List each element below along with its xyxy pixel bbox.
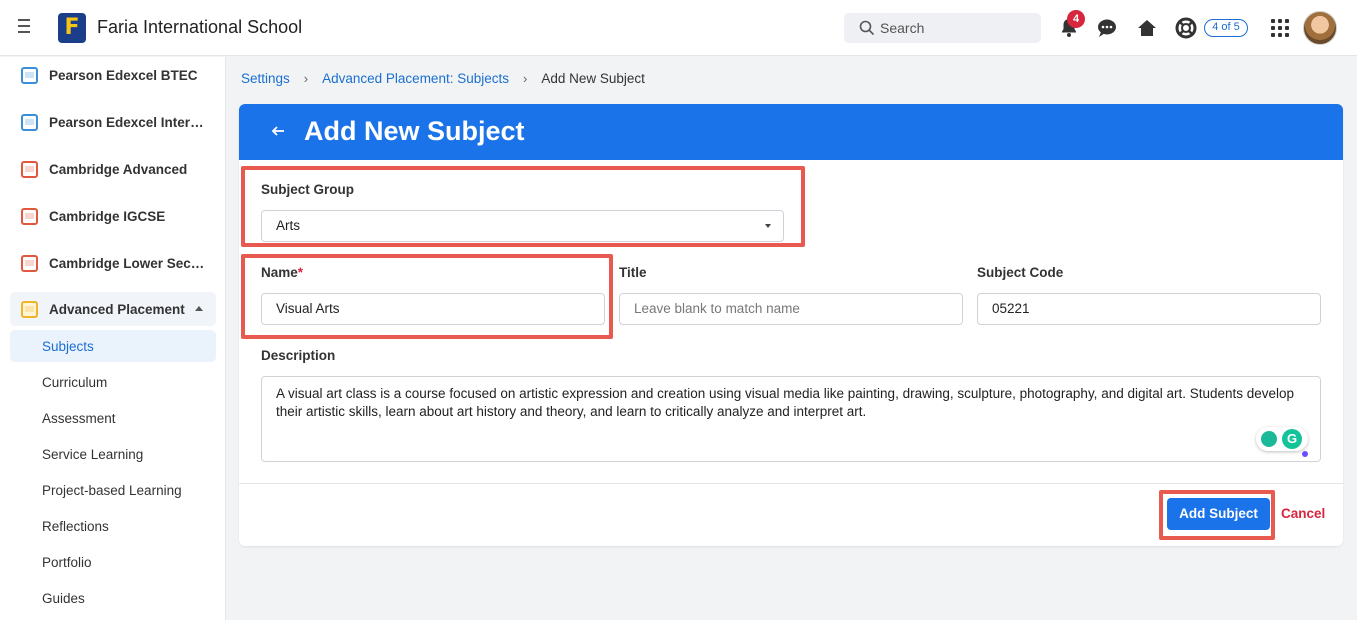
- breadcrumb: Settings › Advanced Placement: Subjects …: [241, 71, 645, 86]
- edexcel-btec-icon: [21, 66, 38, 84]
- name-label: Name*: [261, 265, 304, 280]
- school-name[interactable]: Faria International School: [97, 17, 302, 38]
- sidebar-item-cambridge-lower-secondary[interactable]: Cambridge Lower Sec…: [10, 246, 216, 280]
- status-dot-icon: [1302, 451, 1308, 457]
- chevron-right-icon: ›: [303, 71, 309, 86]
- search-icon: [859, 20, 875, 36]
- user-avatar[interactable]: [1303, 11, 1337, 45]
- card-header: Add New Subject: [239, 104, 1343, 160]
- description-textarea[interactable]: A visual art class is a course focused o…: [261, 376, 1321, 462]
- sidebar-item-pearson-edexcel-international[interactable]: Pearson Edexcel Inter…: [10, 105, 216, 139]
- sidebar: Pearson Edexcel BTEC Pearson Edexcel Int…: [0, 57, 226, 620]
- page-title: Add New Subject: [304, 116, 525, 146]
- setup-progress-pill[interactable]: 4 of 5: [1204, 19, 1248, 37]
- notification-badge: 4: [1067, 10, 1085, 28]
- sidebar-item-label: Pearson Edexcel BTEC: [49, 67, 198, 83]
- lightbulb-icon[interactable]: [1261, 431, 1277, 447]
- subject-code-label: Subject Code: [977, 265, 1064, 280]
- description-label: Description: [261, 348, 336, 363]
- title-label: Title: [619, 265, 647, 280]
- cambridge-igcse-icon: [21, 207, 38, 225]
- sidebar-item-pearson-edexcel-btec[interactable]: Pearson Edexcel BTEC: [10, 58, 216, 92]
- school-logo[interactable]: F: [58, 13, 86, 43]
- advanced-placement-icon: [21, 300, 38, 318]
- sidebar-item-cambridge-igcse[interactable]: Cambridge IGCSE: [10, 199, 216, 233]
- breadcrumb-settings[interactable]: Settings: [241, 71, 290, 86]
- title-input[interactable]: Leave blank to match name: [619, 293, 963, 325]
- grammarly-widget[interactable]: G: [1256, 427, 1308, 451]
- subject-code-input[interactable]: 05221: [977, 293, 1321, 325]
- search-input[interactable]: Search: [844, 13, 1041, 43]
- grammarly-icon[interactable]: G: [1282, 429, 1302, 449]
- add-subject-button[interactable]: Add Subject: [1167, 498, 1270, 530]
- subject-group-select[interactable]: Arts: [261, 210, 784, 242]
- search-placeholder: Search: [880, 20, 925, 36]
- sidebar-item-label: Cambridge Lower Sec…: [49, 255, 205, 271]
- help-lifebuoy-icon[interactable]: [1174, 16, 1198, 40]
- chevron-right-icon: ›: [522, 71, 528, 86]
- sidebar-item-label: Cambridge IGCSE: [49, 208, 166, 224]
- subject-group-value: Arts: [276, 218, 301, 233]
- chevron-up-icon[interactable]: [195, 306, 203, 311]
- sidebar-subitem-portfolio[interactable]: Portfolio: [10, 546, 216, 578]
- required-asterisk: *: [297, 265, 304, 280]
- divider: [239, 483, 1343, 484]
- sidebar-subitem-curriculum[interactable]: Curriculum: [10, 366, 216, 398]
- sidebar-item-cambridge-advanced[interactable]: Cambridge Advanced: [10, 152, 216, 186]
- sidebar-item-advanced-placement[interactable]: Advanced Placement: [10, 292, 216, 326]
- apps-grid-icon[interactable]: [1271, 19, 1289, 37]
- breadcrumb-ap-subjects[interactable]: Advanced Placement: Subjects: [322, 71, 509, 86]
- cambridge-advanced-icon: [21, 160, 38, 178]
- description-text: A visual art class is a course focused o…: [276, 386, 1295, 419]
- name-input[interactable]: Visual Arts: [261, 293, 605, 325]
- cambridge-lower-secondary-icon: [21, 254, 38, 272]
- sidebar-subitem-assessment[interactable]: Assessment: [10, 402, 216, 434]
- home-icon[interactable]: [1135, 16, 1159, 40]
- sidebar-subitem-reflections[interactable]: Reflections: [10, 510, 216, 542]
- breadcrumb-current: Add New Subject: [541, 71, 645, 86]
- sidebar-item-label: Cambridge Advanced: [49, 161, 188, 177]
- sidebar-item-label: Pearson Edexcel Inter…: [49, 114, 204, 130]
- cancel-button[interactable]: Cancel: [1281, 506, 1325, 521]
- sidebar-subitem-guides[interactable]: Guides: [10, 582, 216, 614]
- menu-icon[interactable]: [18, 19, 36, 37]
- sidebar-subitem-service-learning[interactable]: Service Learning: [10, 438, 216, 470]
- chat-icon[interactable]: [1095, 16, 1119, 40]
- sidebar-item-label: Advanced Placement: [49, 301, 185, 317]
- sidebar-subitem-subjects[interactable]: Subjects: [10, 330, 216, 362]
- add-subject-card: Add New Subject Subject Group Arts Name*…: [239, 104, 1343, 546]
- subject-group-label: Subject Group: [261, 182, 355, 197]
- edexcel-international-icon: [21, 113, 38, 131]
- sidebar-subitem-project-based-learning[interactable]: Project-based Learning: [10, 474, 216, 506]
- dropdown-caret-icon: [765, 224, 771, 228]
- top-bar: F Faria International School Search 4 4 …: [0, 0, 1357, 56]
- back-arrow-icon[interactable]: [269, 121, 289, 141]
